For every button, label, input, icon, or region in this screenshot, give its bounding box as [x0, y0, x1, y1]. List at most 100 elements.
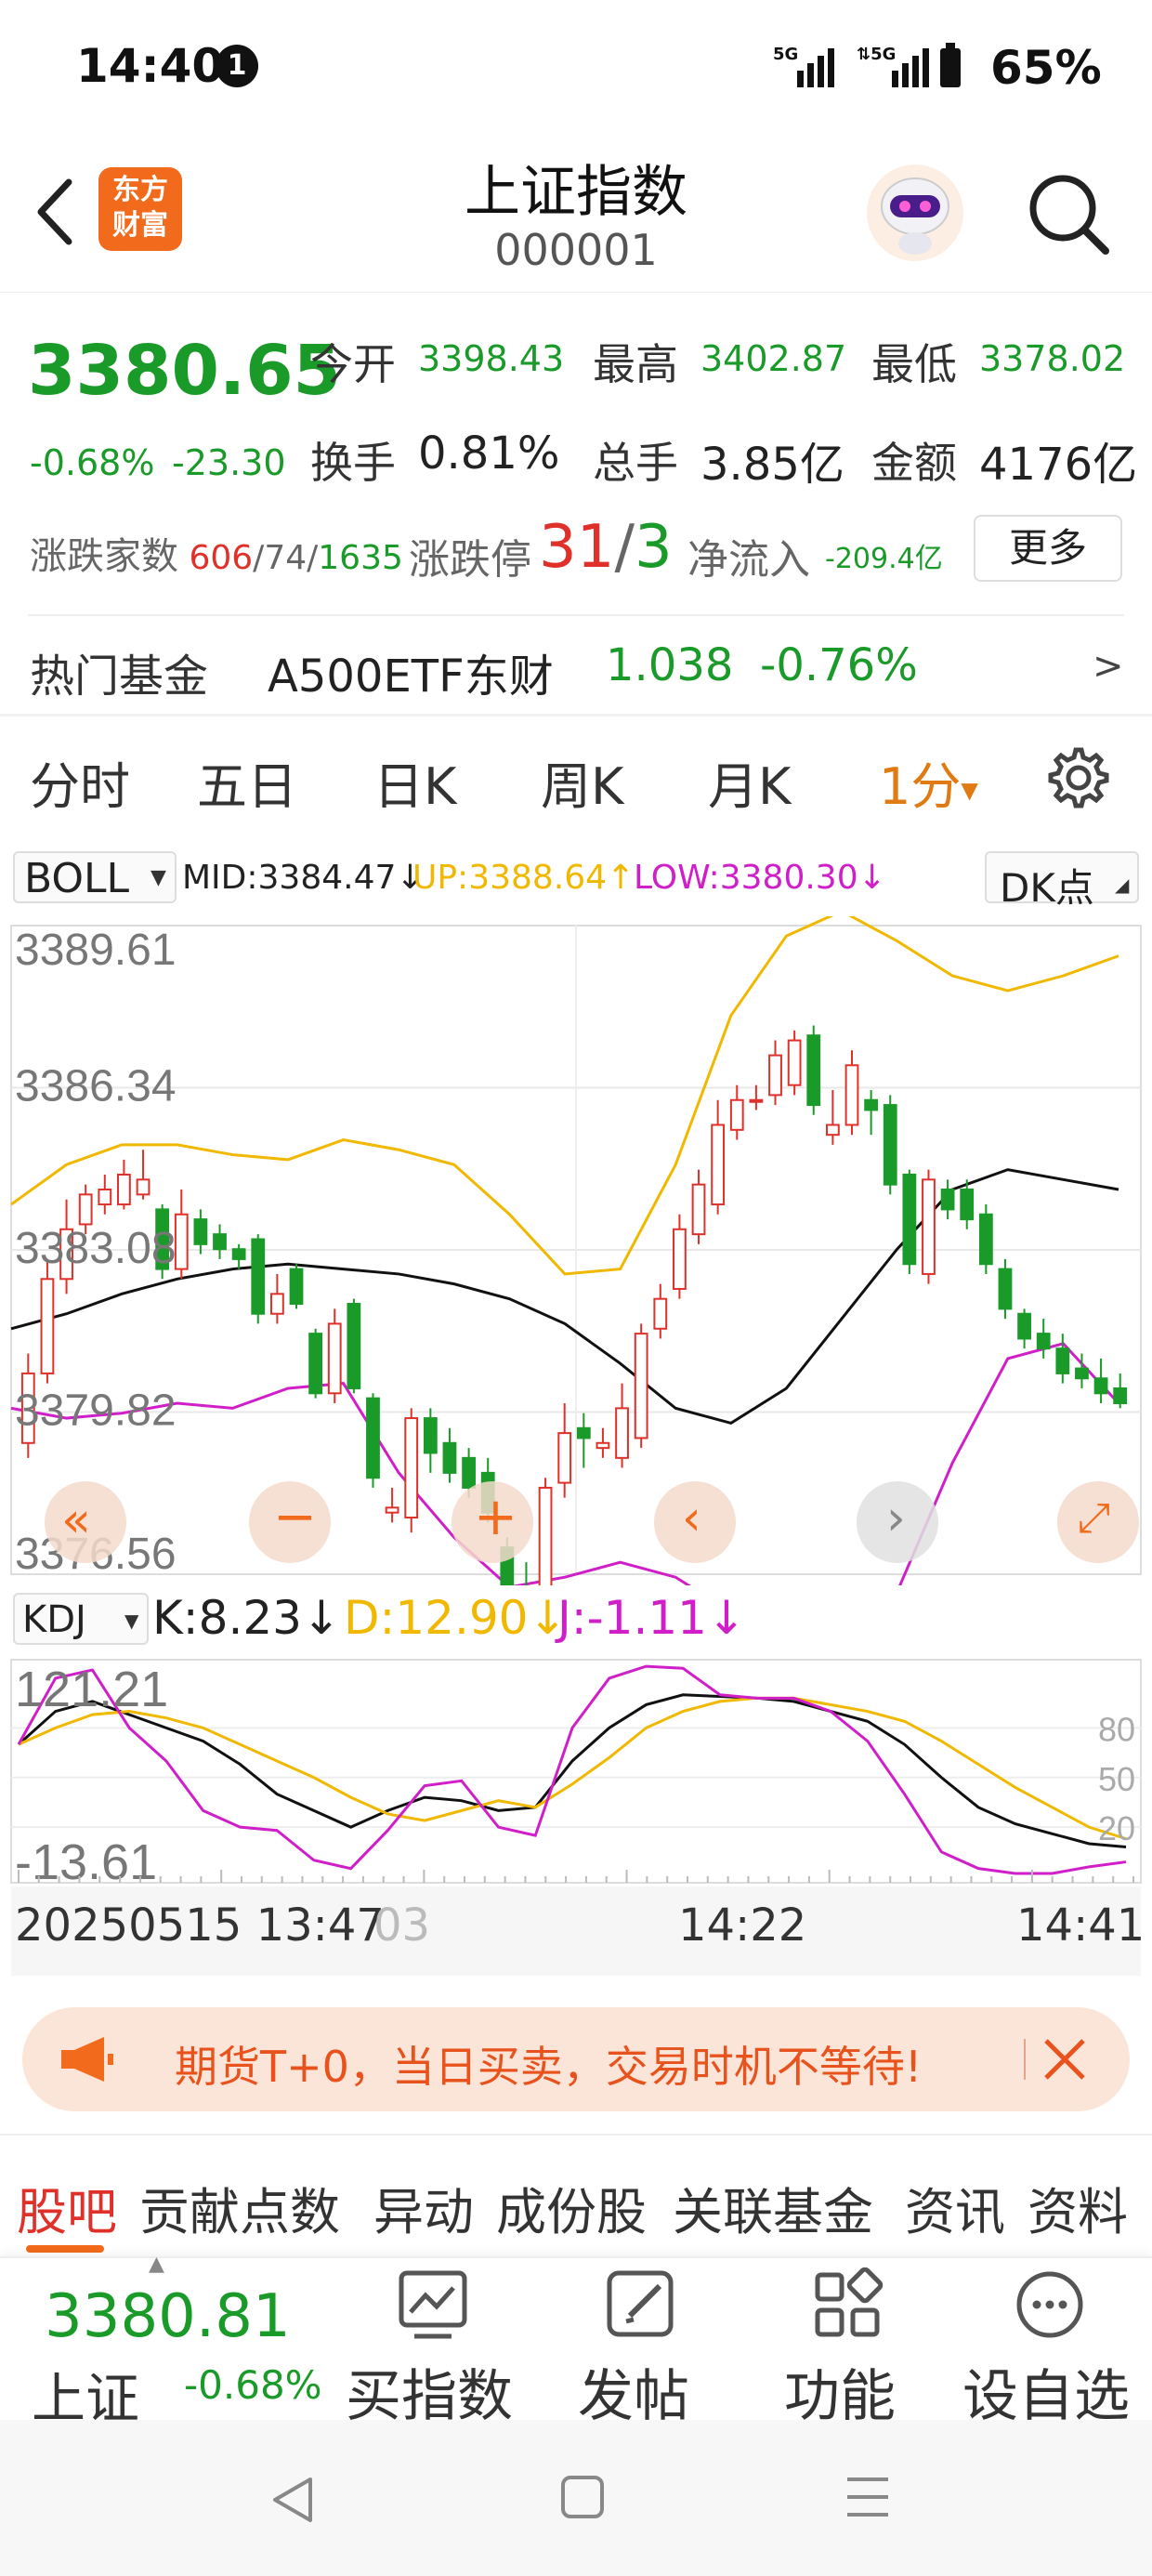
kdj-level-label: 80 — [1098, 1710, 1135, 1748]
chevron-right-icon: › — [886, 1491, 906, 1546]
buy-index-button[interactable]: 买指数 — [346, 2267, 522, 2429]
subnav-profile[interactable]: 资料 — [1028, 2171, 1128, 2244]
candle — [806, 1034, 821, 1107]
turnover-value: 0.81% — [418, 427, 560, 480]
candle — [902, 1173, 917, 1266]
tab-five-day[interactable]: 五日 — [197, 745, 297, 819]
double-left-icon: « — [61, 1492, 91, 1548]
grid-icon — [810, 2267, 884, 2342]
divider — [0, 714, 1152, 716]
indicator-select[interactable]: BOLL ▼ — [13, 851, 177, 903]
limit-values: 31/3 — [539, 513, 673, 582]
candle — [883, 1104, 897, 1186]
candle — [251, 1238, 266, 1315]
stock-code: 000001 — [494, 225, 658, 275]
limit-label: 涨跌停 — [409, 536, 531, 584]
chart-icon — [396, 2267, 470, 2342]
time-start: 20250515 13:47 — [15, 1899, 385, 1952]
add-watchlist-button[interactable]: 设自选 — [961, 2267, 1146, 2429]
boll-candlestick-chart[interactable]: 3389.613386.343383.083379.823376.56 — [0, 916, 1152, 1585]
candle — [289, 1268, 304, 1306]
open-value: 3398.43 — [418, 338, 565, 379]
candle — [729, 1098, 744, 1131]
candle — [864, 1098, 879, 1111]
candle — [1093, 1377, 1108, 1395]
kdj-chart[interactable]: 121.21 -13.61 80 50 20 — [0, 1654, 1152, 1886]
high-value: 3402.87 — [700, 338, 847, 379]
subnav-constituents[interactable]: 成份股 — [496, 2171, 647, 2244]
post-button[interactable]: 发帖 — [576, 2267, 706, 2429]
promo-banner[interactable]: 期货T+0，当日买卖，交易时机不等待! — [22, 2007, 1130, 2111]
tab-monthly-k[interactable]: 月K — [708, 745, 791, 819]
limit-down-count: 3 — [635, 513, 673, 582]
subnav-guba[interactable]: 股吧 — [17, 2171, 117, 2244]
subnav-movers[interactable]: 异动 — [373, 2171, 474, 2244]
fullscreen-button[interactable]: ⤢ — [1057, 1481, 1139, 1563]
candle — [960, 1189, 975, 1221]
banner-text: 期货T+0，当日买卖，交易时机不等待! — [175, 2042, 923, 2092]
candle — [213, 1233, 227, 1251]
caret-down-icon: ▼ — [151, 866, 166, 889]
netflow-value: -209.4亿 — [825, 543, 943, 575]
gear-icon[interactable] — [1046, 745, 1111, 810]
expand-icon: ⤢ — [1078, 1494, 1111, 1542]
period-tabs: 分时 五日 日K 周K 月K 1分▼ — [0, 717, 1152, 833]
candle — [327, 1322, 342, 1395]
candle — [922, 1178, 936, 1275]
move-left-button[interactable]: ‹ — [654, 1481, 736, 1563]
tab-one-minute[interactable]: 1分▼ — [879, 745, 978, 819]
fund-price: 1.038 — [606, 639, 734, 691]
divider — [28, 614, 1124, 616]
megaphone-icon — [58, 2033, 117, 2085]
change-amount: -23.30 — [172, 442, 286, 483]
bottom-change: -0.68% — [184, 2362, 322, 2408]
candle — [442, 1441, 457, 1474]
candle — [998, 1268, 1013, 1310]
candle — [1075, 1367, 1089, 1380]
more-button[interactable]: 更多 — [974, 515, 1122, 582]
zoom-out-button[interactable]: − — [249, 1481, 331, 1563]
kdj-level-label: 50 — [1098, 1760, 1135, 1798]
tab-intraday[interactable]: 分时 — [30, 745, 130, 819]
functions-button[interactable]: 功能 — [782, 2267, 912, 2429]
robot-assistant-icon[interactable] — [864, 162, 966, 264]
candle — [78, 1193, 93, 1226]
subnav-related-funds[interactable]: 关联基金 — [673, 2171, 873, 2244]
hot-fund-label: 热门基金 — [30, 651, 209, 703]
low-label: 最低 — [871, 339, 957, 389]
tab-weekly-k[interactable]: 周K — [541, 745, 623, 819]
subnav-news[interactable]: 资讯 — [905, 2171, 1005, 2244]
boll-up: UP:3388.64↑ — [412, 859, 635, 897]
candle — [711, 1124, 726, 1206]
caret-up-icon: ▲ — [149, 2253, 164, 2276]
rewind-button[interactable]: « — [45, 1481, 126, 1563]
nav-back-icon[interactable] — [269, 2474, 316, 2526]
zoom-in-button[interactable]: + — [452, 1481, 533, 1563]
back-icon[interactable] — [28, 175, 84, 249]
svg-text:5G: 5G — [773, 45, 798, 64]
bottom-price: 3380.81 — [45, 2282, 291, 2351]
open-label: 今开 — [310, 339, 396, 389]
limit-up-count: 31 — [539, 513, 615, 582]
candle — [174, 1213, 189, 1270]
search-icon[interactable] — [1022, 167, 1115, 260]
y-tick-label: 3386.34 — [15, 1062, 177, 1111]
hot-fund-row[interactable]: 热门基金 A500ETF东财 1.038 -0.76% > — [0, 617, 1152, 714]
candle — [404, 1417, 419, 1519]
kdj-j: J:-1.11↓ — [557, 1591, 746, 1645]
candle — [366, 1397, 380, 1479]
candle — [1055, 1347, 1070, 1374]
candle — [423, 1417, 438, 1454]
move-right-button[interactable]: › — [857, 1481, 938, 1563]
tab-daily-k[interactable]: 日K — [373, 745, 456, 819]
close-icon[interactable] — [1041, 2035, 1089, 2083]
subnav-contribution[interactable]: 贡献点数 — [139, 2171, 340, 2244]
y-tick-label: 3379.82 — [15, 1387, 177, 1436]
kdj-d: D:12.90↓ — [344, 1591, 568, 1645]
kdj-select[interactable]: KDJ ▼ — [13, 1593, 149, 1645]
more-dots-icon — [1013, 2267, 1087, 2342]
candle — [749, 1098, 764, 1103]
nav-home-icon[interactable] — [559, 2474, 606, 2520]
dk-point-button[interactable]: DK点 ◢ — [985, 851, 1139, 911]
nav-menu-icon[interactable] — [844, 2474, 892, 2520]
